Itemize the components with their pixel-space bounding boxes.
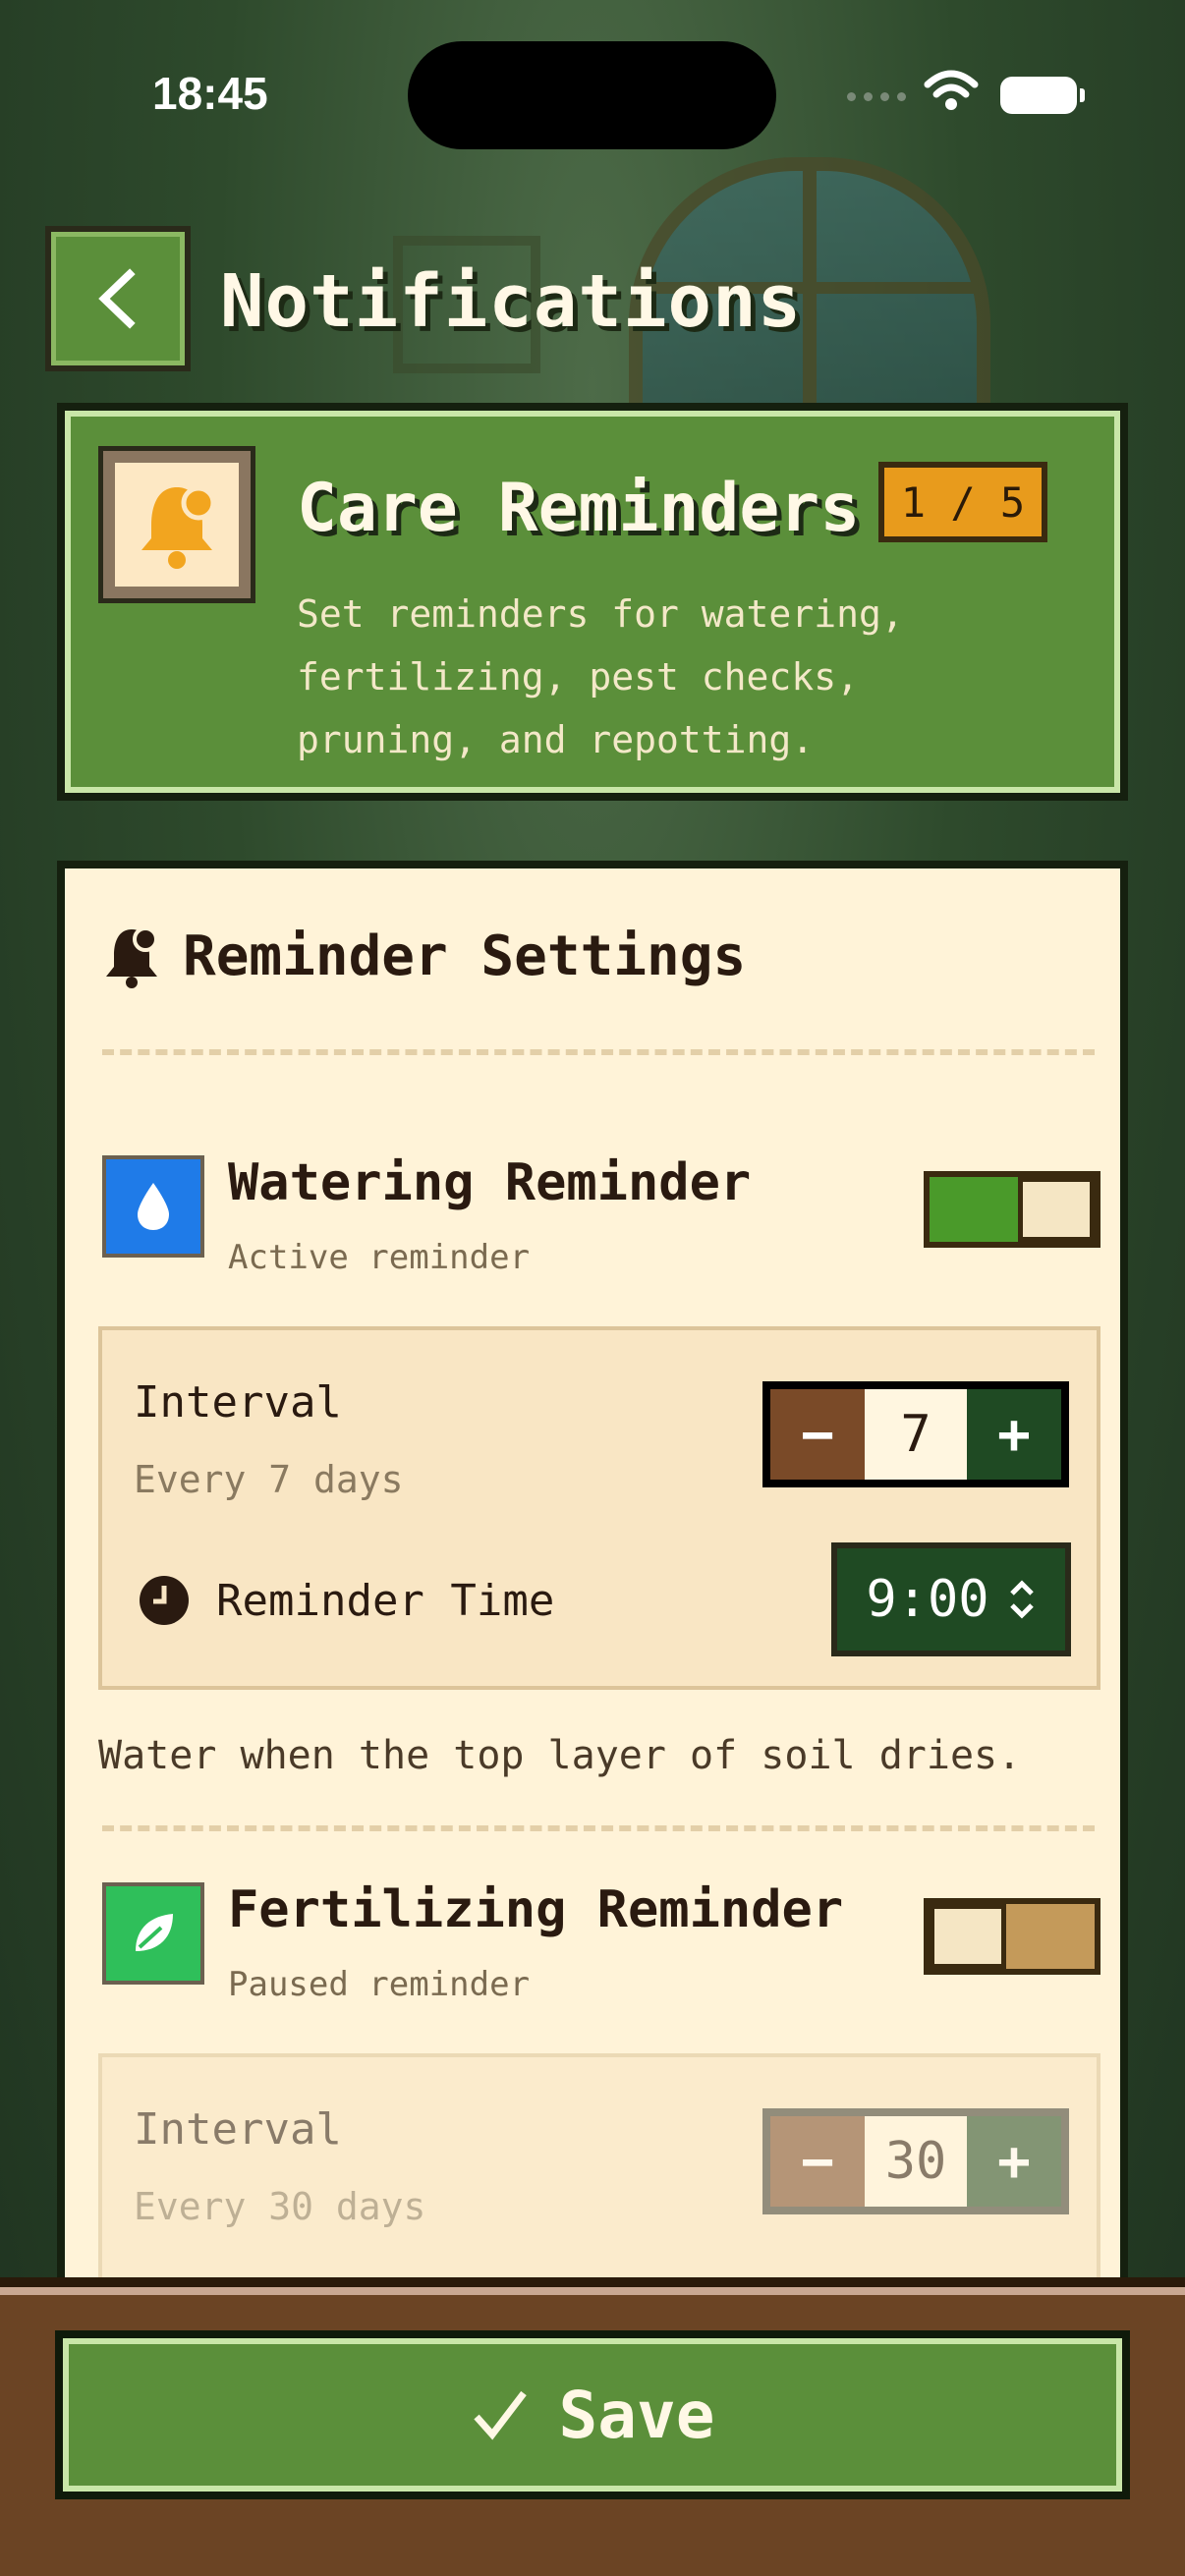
interval-text: Every 30 days — [134, 2185, 426, 2228]
back-button[interactable] — [45, 226, 191, 371]
reminder-status: Active reminder — [228, 1238, 531, 1277]
reminder-title: Watering Reminder — [228, 1153, 752, 1212]
clock-icon — [140, 1576, 189, 1625]
decrement-button[interactable]: − — [770, 2116, 865, 2207]
watering-toggle[interactable] — [924, 1171, 1100, 1248]
chevron-left-icon — [98, 268, 136, 329]
toggle-knob — [930, 1904, 1006, 1969]
chevron-updown-icon — [1009, 1580, 1034, 1619]
interval-value: 30 — [865, 2116, 967, 2207]
increment-button[interactable]: + — [967, 2116, 1061, 2207]
increment-button[interactable]: + — [967, 1389, 1061, 1480]
time-value: 9:00 — [866, 1570, 989, 1629]
leaf-icon — [102, 1882, 204, 1985]
section-title: Reminder Settings — [183, 924, 747, 988]
care-icon-frame — [98, 446, 255, 603]
toggle-track — [930, 1177, 1018, 1242]
interval-label: Interval — [134, 1377, 342, 1428]
divider — [102, 1825, 1095, 1831]
interval-label: Interval — [134, 2104, 342, 2155]
interval-stepper: − 30 + — [762, 2108, 1069, 2214]
progress-badge: 1 / 5 — [878, 462, 1047, 542]
divider — [102, 1049, 1095, 1055]
water-drop-icon — [102, 1155, 204, 1258]
reminder-status: Paused reminder — [228, 1965, 531, 2004]
footer-bar: Save — [0, 2277, 1185, 2576]
signal-dots-icon — [847, 92, 906, 106]
care-title: Care Reminders — [297, 470, 861, 547]
reminder-settings-panel: Reminder Settings Watering Reminder Acti… — [57, 861, 1128, 2295]
reminder-note: Water when the top layer of soil dries. — [98, 1733, 1022, 1778]
interval-stepper: − 7 + — [762, 1381, 1069, 1487]
battery-icon — [1000, 77, 1085, 114]
checkmark-icon — [473, 2390, 527, 2440]
page-title: Notifications — [220, 259, 803, 344]
bell-icon — [141, 485, 216, 569]
care-description: Set reminders for watering, fertilizing,… — [297, 592, 904, 761]
decrement-button[interactable]: − — [770, 1389, 865, 1480]
time-picker[interactable]: 9:00 — [831, 1542, 1071, 1656]
status-time: 18:45 — [152, 68, 268, 119]
reminder-title: Fertilizing Reminder — [228, 1880, 844, 1939]
interval-value: 7 — [865, 1389, 967, 1480]
fertilizing-settings-box: Interval Every 30 days − 30 + — [98, 2053, 1100, 2287]
care-reminders-card: Care Reminders 1 / 5 Set reminders for w… — [57, 403, 1128, 801]
status-bar: 18:45 — [0, 0, 1185, 187]
toggle-track — [1006, 1904, 1095, 1969]
dynamic-island — [408, 41, 776, 149]
watering-settings-box: Interval Every 7 days − 7 + Reminder Tim… — [98, 1326, 1100, 1690]
save-button[interactable]: Save — [55, 2330, 1130, 2499]
save-label: Save — [558, 2377, 715, 2453]
interval-text: Every 7 days — [134, 1458, 404, 1501]
wifi-icon — [924, 70, 979, 110]
bell-icon — [106, 926, 158, 988]
reminder-time-label: Reminder Time — [216, 1576, 555, 1626]
toggle-knob — [1018, 1177, 1095, 1242]
section-header: Reminder Settings — [102, 924, 746, 988]
fertilizing-toggle[interactable] — [924, 1898, 1100, 1975]
